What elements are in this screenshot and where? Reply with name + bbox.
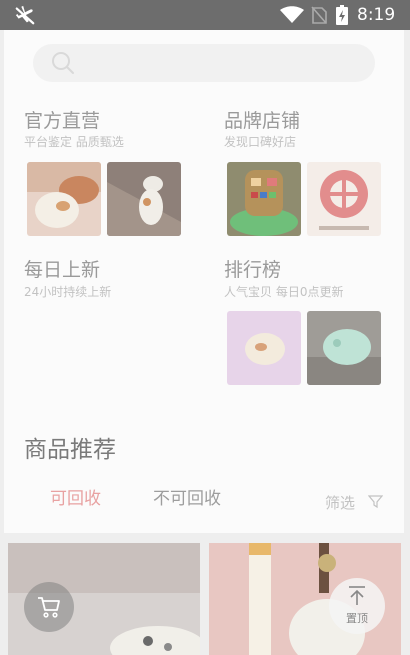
tab-non-recyclable[interactable]: 不可回收 [153, 484, 221, 509]
back-to-top-label: 置顶 [346, 612, 368, 625]
battery-charging-icon [336, 5, 348, 25]
section-official-title[interactable]: 官方直营 [24, 106, 100, 133]
official-product-image-1[interactable] [27, 162, 101, 236]
recommend-title: 商品推荐 [24, 437, 116, 463]
filter-funnel-icon[interactable] [368, 494, 383, 509]
brand-shop-image-1[interactable] [227, 162, 301, 236]
section-ranking-title[interactable]: 排行榜 [224, 255, 281, 282]
section-official-subtitle: 平台鉴定 品质甄选 [24, 135, 124, 149]
section-daily-title[interactable]: 每日上新 [24, 255, 100, 282]
search-icon [52, 52, 74, 74]
search-bar[interactable] [33, 44, 375, 82]
ranking-product-image-1[interactable] [227, 311, 301, 385]
tab-recyclable[interactable]: 可回收 [50, 484, 101, 509]
airplane-mode-icon [15, 5, 35, 25]
section-brand-subtitle: 发现口碑好店 [224, 135, 297, 149]
section-daily-subtitle: 24小时持续上新 [24, 285, 112, 299]
back-to-top-button[interactable]: 置顶 [329, 578, 385, 634]
status-bar: 8:19 [0, 0, 410, 30]
no-sim-icon [311, 6, 327, 24]
cart-button[interactable] [24, 582, 74, 632]
arrow-up-icon [349, 586, 365, 605]
section-brand-title[interactable]: 品牌店铺 [224, 106, 300, 133]
brand-shop-image-2[interactable] [307, 162, 381, 236]
ranking-product-image-2[interactable] [307, 311, 381, 385]
wifi-icon [280, 6, 304, 23]
status-time: 8:19 [357, 5, 396, 25]
cart-icon [38, 597, 60, 618]
filter-button[interactable]: 筛选 [325, 492, 355, 513]
official-product-image-2[interactable] [107, 162, 181, 236]
section-ranking-subtitle: 人气宝贝 每日0点更新 [224, 285, 344, 299]
